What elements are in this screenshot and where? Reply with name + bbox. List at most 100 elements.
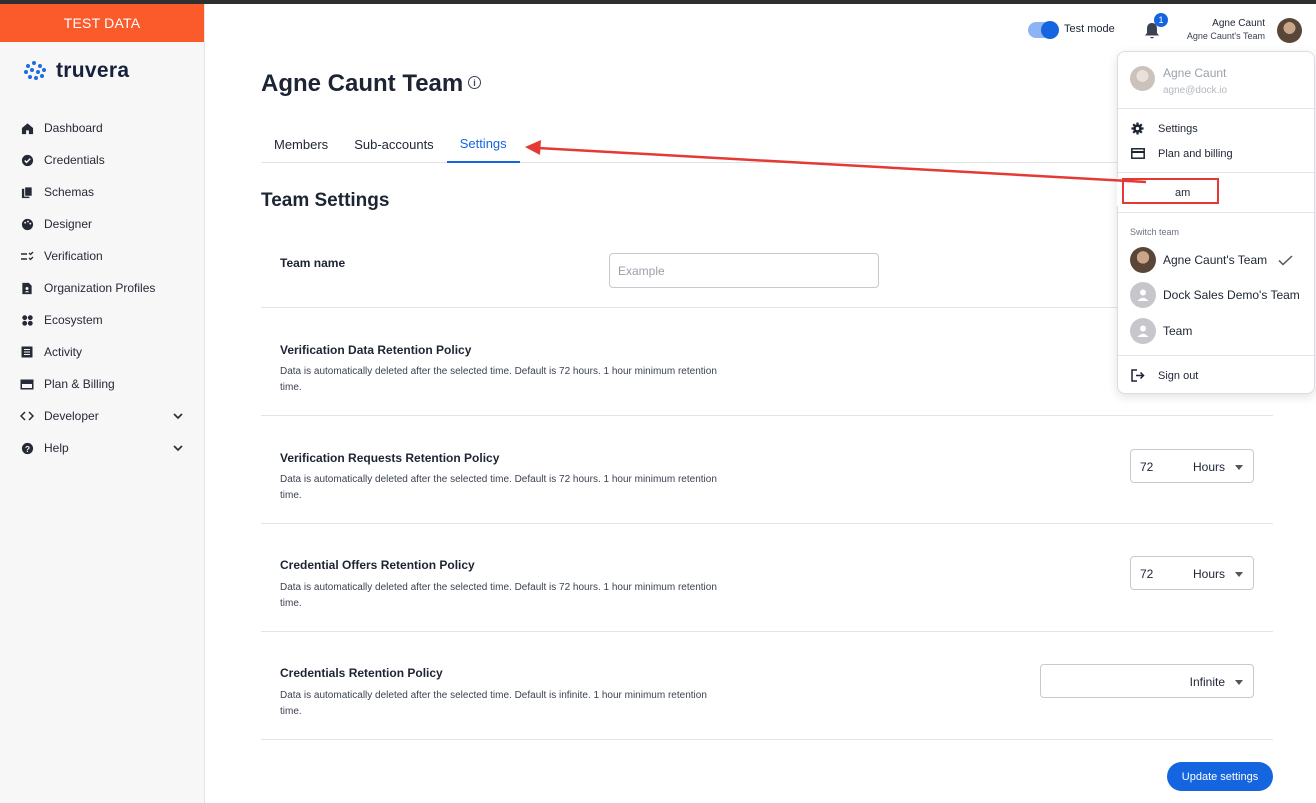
activity-list-icon: [20, 345, 34, 359]
test-data-banner: TEST DATA: [0, 4, 204, 42]
caret-down-icon: [1235, 680, 1243, 685]
policy-title: Verification Data Retention Policy: [280, 343, 472, 357]
profile-card-icon: [20, 281, 34, 295]
sidebar-item-activity[interactable]: Activity: [0, 336, 204, 368]
retention-unit: Hours: [1192, 460, 1225, 474]
tab-settings[interactable]: Settings: [446, 126, 520, 163]
retention-select[interactable]: 72 Hours: [1130, 556, 1254, 590]
team-option[interactable]: Team: [1130, 318, 1192, 344]
sidebar-item-designer[interactable]: Designer: [0, 208, 204, 240]
sidebar-item-label: Designer: [44, 217, 93, 231]
home-icon: [20, 121, 34, 135]
retention-unit: Infinite: [1189, 675, 1225, 689]
section-title: Team Settings: [261, 190, 390, 211]
code-icon: [20, 409, 34, 423]
sidebar-item-schemas[interactable]: Schemas: [0, 176, 204, 208]
team-name-input[interactable]: [609, 253, 879, 288]
sidebar-item-label: Activity: [44, 345, 83, 359]
policy-title: Credential Offers Retention Policy: [280, 558, 475, 572]
sidebar-item-credentials[interactable]: Credentials: [0, 144, 204, 176]
ecosystem-icon: [20, 313, 34, 327]
sidebar-item-label: Help: [44, 441, 69, 455]
brand-name: truvera: [56, 59, 130, 82]
sidebar-item-label: Organization Profiles: [44, 281, 156, 295]
menu-divider: [1118, 108, 1314, 109]
policy-row: Credential Offers Retention Policy Data …: [261, 524, 1273, 632]
sidebar-item-verification[interactable]: Verification: [0, 240, 204, 272]
sign-out-icon: [1130, 368, 1145, 383]
caret-down-icon: [1235, 465, 1243, 470]
menu-item-settings[interactable]: Settings: [1130, 121, 1198, 136]
team-name-label: Team name: [280, 256, 346, 270]
team-option-label: Team: [1163, 324, 1193, 338]
sidebar-item-label: Schemas: [44, 185, 95, 199]
menu-item-label: Plan and billing: [1158, 147, 1233, 160]
sidebar-item-label: Credentials: [44, 153, 105, 167]
sidebar-item-ecosystem[interactable]: Ecosystem: [0, 304, 204, 336]
sidebar-item-dashboard[interactable]: Dashboard: [0, 112, 204, 144]
sidebar-item-label: Ecosystem: [44, 313, 103, 327]
chevron-down-icon[interactable]: [172, 442, 184, 454]
menu-user-email: agne@dock.io: [1163, 85, 1228, 96]
sidebar-item-label: Dashboard: [44, 121, 103, 135]
retention-select[interactable]: Infinite: [1040, 664, 1254, 698]
tab-members[interactable]: Members: [261, 126, 341, 163]
user-avatar[interactable]: [1277, 18, 1302, 43]
menu-divider: [1118, 172, 1314, 173]
switch-team-label: Switch team: [1130, 227, 1180, 237]
menu-divider: [1118, 212, 1314, 213]
policy-title: Credentials Retention Policy: [280, 666, 443, 680]
checklist-icon: [20, 249, 34, 263]
menu-item-label: Sign out: [1158, 369, 1199, 382]
sidebar-item-developer[interactable]: Developer: [0, 400, 204, 432]
caret-down-icon: [1235, 572, 1243, 577]
svg-text:?: ?: [24, 443, 29, 453]
team-option[interactable]: Dock Sales Demo's Team: [1130, 282, 1300, 308]
policy-description: Data is automatically deleted after the …: [280, 582, 717, 609]
sidebar-item-label: Plan & Billing: [44, 377, 115, 391]
check-icon: [1278, 254, 1293, 266]
menu-user-header: Agne Caunt agne@dock.io: [1130, 66, 1227, 96]
retention-select[interactable]: 72 Hours: [1130, 449, 1254, 483]
person-icon: [1130, 318, 1156, 344]
sidebar-item-label: Developer: [44, 409, 99, 423]
info-icon[interactable]: i: [468, 76, 481, 89]
policy-title: Verification Requests Retention Policy: [280, 451, 500, 465]
team-option[interactable]: Agne Caunt's Team: [1130, 247, 1293, 273]
gear-icon: [1130, 121, 1145, 136]
credential-badge-icon: [20, 153, 34, 167]
brand-logo[interactable]: truvera: [0, 42, 204, 100]
menu-divider: [1118, 355, 1314, 356]
team-option-label: Agne Caunt's Team: [1163, 253, 1268, 267]
sidebar-nav: Dashboard Credentials Schemas Designer V…: [0, 112, 204, 464]
sidebar: TEST DATA truvera Dashboard Credentials …: [0, 4, 205, 803]
credit-card-icon: [1130, 146, 1145, 161]
menu-user-name: Agne Caunt: [1163, 66, 1227, 80]
menu-avatar: [1130, 66, 1155, 91]
policy-row: Verification Requests Retention Policy D…: [261, 416, 1273, 524]
policy-row: Credentials Retention Policy Data is aut…: [261, 632, 1273, 740]
documents-icon: [20, 185, 34, 199]
retention-value: 72: [1140, 460, 1154, 474]
retention-value: 72: [1140, 567, 1154, 581]
page-title: Agne Caunt Team: [261, 70, 464, 97]
tab-sub-accounts[interactable]: Sub-accounts: [341, 126, 447, 163]
retention-unit: Hours: [1192, 567, 1225, 581]
team-avatar: [1130, 247, 1156, 273]
policy-description: Data is automatically deleted after the …: [280, 690, 707, 717]
sidebar-item-help[interactable]: ? Help: [0, 432, 204, 464]
chevron-down-icon[interactable]: [172, 410, 184, 422]
menu-item-plan-billing[interactable]: Plan and billing: [1130, 146, 1233, 161]
user-menu: Agne Caunt agne@dock.io Settings Plan an…: [1117, 51, 1315, 394]
palette-icon: [20, 217, 34, 231]
billing-card-icon: [20, 377, 34, 391]
menu-item-label: Settings: [1158, 122, 1198, 135]
update-settings-button[interactable]: Update settings: [1167, 762, 1273, 791]
help-icon: ?: [20, 441, 34, 455]
sidebar-item-organization-profiles[interactable]: Organization Profiles: [0, 272, 204, 304]
policy-description: Data is automatically deleted after the …: [280, 366, 717, 393]
menu-item-sign-out[interactable]: Sign out: [1130, 368, 1198, 383]
sidebar-item-plan-billing[interactable]: Plan & Billing: [0, 368, 204, 400]
sidebar-item-label: Verification: [44, 249, 103, 263]
truvera-logo-icon: [24, 60, 48, 82]
